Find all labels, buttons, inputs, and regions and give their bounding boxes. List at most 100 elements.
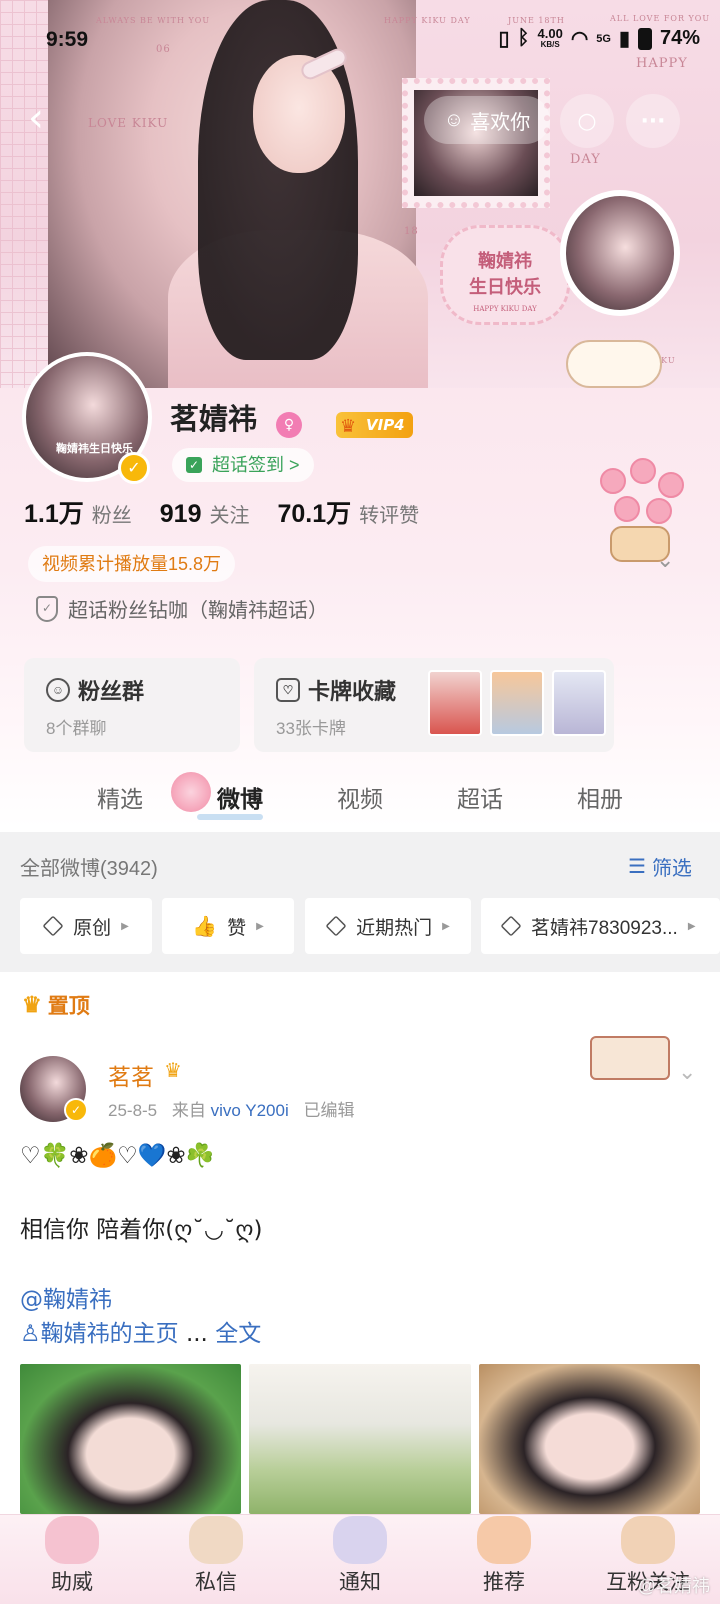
expand-chevron-icon[interactable]: ⌄ — [656, 548, 674, 573]
chip-original[interactable]: 原创 ▶ — [20, 898, 152, 954]
verified-badge-icon: ✓ — [118, 452, 150, 484]
stat-label: 粉丝 — [91, 505, 132, 527]
post-line-text: 相信你 陪着你(ღ˘◡˘ღ) — [20, 1217, 263, 1243]
tab-weibo[interactable]: 微博 — [171, 772, 263, 820]
deco-18: 18 — [404, 226, 419, 237]
post-image[interactable] — [249, 1364, 471, 1514]
nav-notify[interactable]: 通知 — [300, 1516, 420, 1596]
post-source-prefix: 来自 — [171, 1101, 206, 1120]
card-collection-label: 卡牌收藏 — [308, 679, 397, 704]
filter-icon: ☰ — [628, 856, 646, 878]
bottom-toolbar: 助威 私信 通知 推荐 互粉关注 @茗婧祎 — [0, 1514, 720, 1604]
flower-bouquet-sticker — [580, 458, 700, 568]
nav-message[interactable]: 私信 — [156, 1516, 276, 1596]
post-author-name[interactable]: 茗茗 — [108, 1058, 154, 1092]
collected-card-thumb[interactable] — [552, 670, 606, 736]
banner-circle-photo — [560, 190, 680, 316]
caret-right-icon: ▶ — [442, 920, 450, 932]
post-image[interactable] — [20, 1364, 242, 1514]
recommend-sticker-icon — [477, 1516, 531, 1564]
filter-button[interactable]: ☰ 筛选 — [628, 852, 692, 881]
post-image[interactable] — [478, 1364, 700, 1514]
stat-label: 关注 — [209, 505, 250, 527]
shield-icon: ✓ — [36, 595, 58, 622]
fan-group-card[interactable]: ☺ 粉丝群 8个群聊 — [24, 658, 240, 752]
active-tab-indicator — [197, 814, 263, 820]
caret-right-icon: ▶ — [121, 920, 129, 932]
battery-icon — [637, 27, 652, 50]
nav-label: 推荐 — [483, 1571, 525, 1594]
post-date: 25-8-5 — [108, 1101, 158, 1120]
nav-label: 通知 — [339, 1571, 381, 1594]
chip-liked[interactable]: 👍 赞 ▶ — [162, 898, 294, 954]
more-icon: ··· — [640, 108, 666, 134]
hand-heart-icon: ☺ — [443, 108, 465, 131]
stat-value: 919 — [159, 500, 202, 528]
chevron-right-icon: > — [289, 455, 300, 475]
watermark: @茗婧祎 — [637, 1576, 710, 1596]
back-button[interactable]: ‹ — [16, 96, 56, 144]
tab-featured[interactable]: 精选 — [97, 780, 143, 814]
search-button[interactable]: ○ — [560, 94, 614, 148]
heart-card-line1: 鞠婧祎 — [478, 251, 532, 272]
stat-interactions[interactable]: 70.1万 转评赞 — [277, 494, 419, 530]
member-crown-icon: ♛ — [164, 1058, 182, 1082]
vibrate-icon: ▯ — [498, 28, 510, 50]
chip-user[interactable]: 茗婧祎7830923... ▶ — [481, 898, 720, 954]
layers-icon — [325, 915, 347, 937]
chip-recent-hot[interactable]: 近期热门 ▶ — [305, 898, 471, 954]
caret-right-icon: ▶ — [256, 920, 264, 932]
nav-cheer[interactable]: 助威 — [12, 1516, 132, 1596]
nav-recommend[interactable]: 推荐 — [444, 1516, 564, 1596]
deco-day: DAY — [570, 152, 601, 167]
tab-album[interactable]: 相册 — [577, 780, 623, 814]
bear-sticker — [566, 340, 662, 388]
vip-badge[interactable]: ♛ VIP4 — [336, 412, 413, 438]
deco-love-kiku: LOVE KIKU — [88, 116, 169, 130]
video-play-count[interactable]: 视频累计播放量15.8万 — [28, 546, 236, 582]
fan-rank-row[interactable]: ✓ 超话粉丝钻咖（鞠婧祎超话） — [36, 594, 328, 623]
post-menu-chevron-icon[interactable]: ⌄ — [678, 1060, 696, 1085]
network-speed-value: 4.00 — [537, 25, 563, 41]
chip-label: 茗婧祎7830923... — [531, 917, 678, 939]
pinned-label-row: ♛ 置顶 — [22, 990, 90, 1020]
checkin-icon: ✓ — [186, 457, 202, 473]
mutual-follow-sticker-icon — [621, 1516, 675, 1564]
gender-female-icon: ♀ — [276, 412, 302, 438]
post-decoration-sticker — [590, 1036, 670, 1080]
collected-card-thumb[interactable] — [428, 670, 482, 736]
like-you-label: 喜欢你 — [470, 111, 531, 134]
collected-card-thumb[interactable] — [490, 670, 544, 736]
stat-value: 70.1万 — [277, 500, 352, 528]
fan-rank-label: 超话粉丝钻咖（鞠婧祎超话） — [68, 600, 328, 622]
like-you-button[interactable]: ☺ 喜欢你 — [424, 96, 550, 144]
thumbs-up-icon: 👍 — [192, 915, 218, 938]
flower-icon — [171, 772, 211, 812]
post-meta: 25-8-5 来自 vivo Y200i 已编辑 — [108, 1096, 354, 1121]
stat-value: 1.1万 — [24, 500, 84, 528]
pinned-label: 置顶 — [47, 995, 90, 1018]
post-source[interactable]: vivo Y200i — [211, 1101, 289, 1120]
signal-icon: ▮ — [618, 28, 630, 50]
post-edited: 已编辑 — [303, 1101, 355, 1120]
layers-icon — [42, 915, 64, 937]
card-collection-card[interactable]: ♡ 卡牌收藏 33张卡牌 — [254, 658, 614, 752]
nav-label: 私信 — [195, 1571, 237, 1594]
post-home-link[interactable]: 鞠婧祎的主页 — [41, 1321, 179, 1347]
stat-followers[interactable]: 1.1万 粉丝 — [24, 494, 132, 530]
stat-following[interactable]: 919 关注 — [160, 499, 250, 529]
vip-label: VIP4 — [366, 416, 405, 434]
birthday-heart-card: 鞠婧祎 生日快乐 HAPPY KIKU DAY — [440, 225, 570, 325]
network-speed: 4.00 KB/S — [537, 25, 563, 50]
super-topic-checkin-button[interactable]: ✓ 超话签到 > — [172, 448, 314, 482]
full-text-link[interactable]: 全文 — [215, 1321, 261, 1347]
chip-label: 原创 — [73, 917, 112, 939]
fan-group-title: ☺ 粉丝群 — [46, 674, 144, 706]
post-mention-link[interactable]: @鞠婧祎 — [20, 1280, 112, 1314]
checkin-label: 超话签到 — [212, 455, 284, 475]
tab-super-topic[interactable]: 超话 — [457, 780, 503, 814]
tab-video[interactable]: 视频 — [337, 780, 383, 814]
heart-card-line2: 生日快乐 — [469, 277, 541, 298]
filter-label: 筛选 — [651, 858, 692, 880]
more-button[interactable]: ··· — [626, 94, 680, 148]
